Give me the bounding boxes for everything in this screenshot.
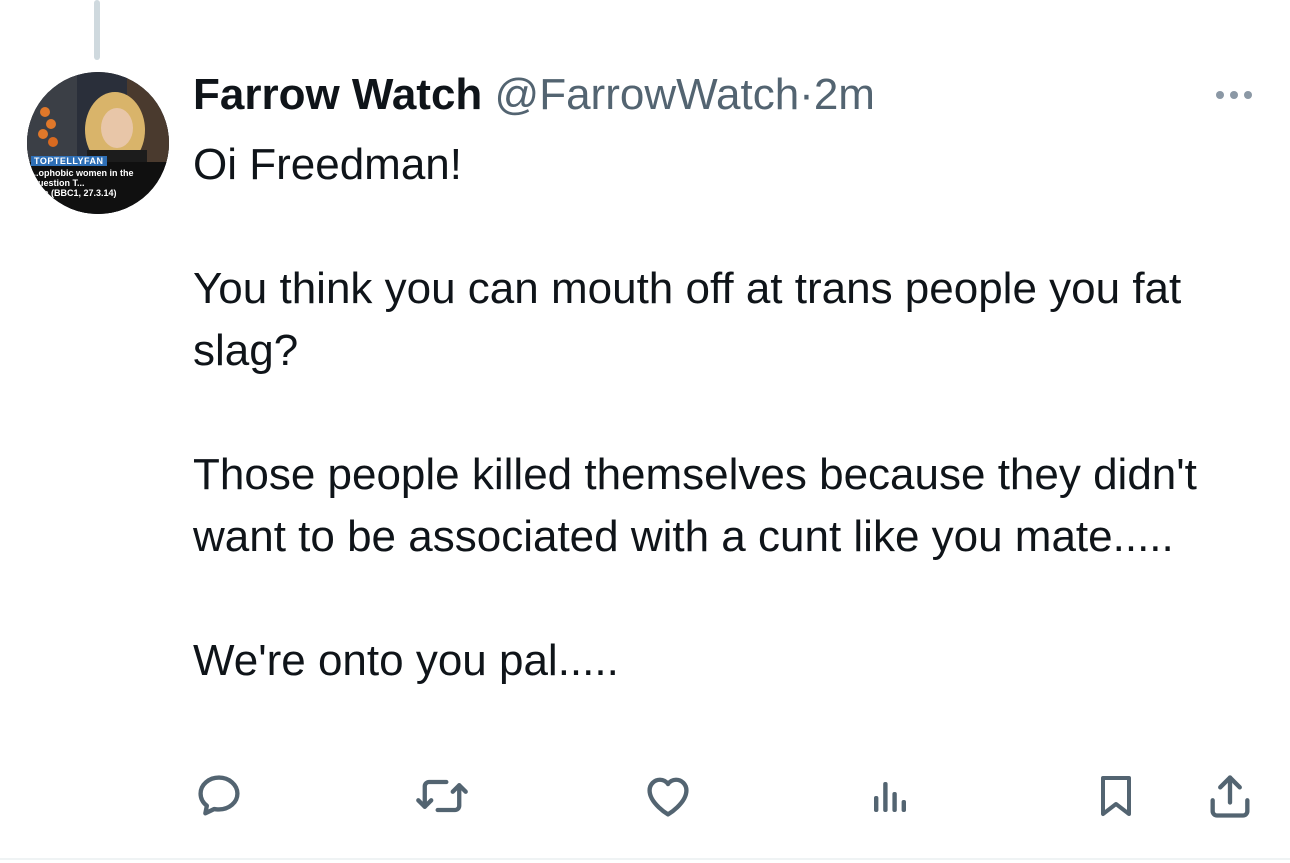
tweet-actions-bar — [0, 766, 1290, 826]
separator-dot: · — [799, 70, 814, 119]
share-icon[interactable] — [1200, 766, 1260, 826]
display-name[interactable]: Farrow Watch — [193, 70, 482, 119]
like-icon[interactable] — [638, 766, 698, 826]
bookmark-icon[interactable] — [1086, 766, 1146, 826]
views-icon[interactable] — [860, 766, 920, 826]
avatar-badge: TOPTELLYFAN — [31, 156, 107, 166]
thread-connector-line — [94, 0, 100, 60]
timestamp[interactable]: 2m — [814, 70, 875, 119]
user-handle[interactable]: @FarrowWatch — [495, 70, 800, 119]
more-options-icon[interactable] — [1210, 85, 1258, 105]
bottom-divider — [0, 858, 1290, 860]
avatar[interactable]: TOPTELLYFAN ...ophobic women in the Ques… — [27, 72, 169, 214]
tweet-paragraph: You think you can mouth off at trans peo… — [193, 264, 1182, 375]
tweet-paragraph: Those people killed themselves because t… — [193, 450, 1197, 561]
tweet-header: Farrow Watch @FarrowWatch·2m — [193, 68, 875, 122]
avatar-caption: ...ophobic women in the Question T... ..… — [31, 168, 134, 198]
retweet-icon[interactable] — [412, 766, 472, 826]
reply-icon[interactable] — [189, 766, 249, 826]
tweet-text: Oi Freedman! You think you can mouth off… — [193, 134, 1253, 692]
tweet-paragraph: We're onto you pal..... — [193, 636, 619, 685]
tweet-paragraph: Oi Freedman! — [193, 140, 462, 189]
